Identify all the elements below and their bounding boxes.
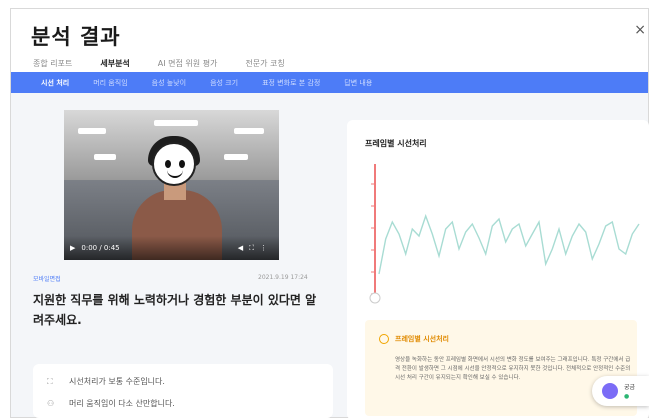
subtab-answer[interactable]: 답변 내용 <box>344 78 372 88</box>
info-title: 프레임별 시선처리 <box>395 335 449 343</box>
volume-icon[interactable]: ◀ <box>238 244 243 252</box>
fullscreen-icon[interactable]: ⛶ <box>249 244 254 253</box>
page-title: 분석 결과 <box>31 25 121 49</box>
chat-label: 궁금 <box>624 384 636 391</box>
tab-coaching[interactable]: 전문가 코칭 <box>245 58 284 69</box>
chat-button[interactable]: 궁금 ● <box>592 376 649 406</box>
video-time: 0:00 / 0:45 <box>81 244 120 252</box>
face-mask-icon <box>152 142 196 186</box>
subtab-emotion[interactable]: 표정 변화로 본 감정 <box>262 78 320 88</box>
feedback-row: ⛶ 시선처리가 보통 수준입니다. <box>47 376 165 387</box>
question-date: 2021.9.19 17:24 <box>258 274 308 281</box>
tab-ai-eval[interactable]: AI 면접 위원 평가 <box>158 58 218 69</box>
main-tabs: 종합 리포트 세부분석 AI 면접 위원 평가 전문가 코칭 <box>33 58 313 69</box>
info-body: 영상을 녹화하는 동안 프레임별 화면에서 시선의 변화 정도를 보여주는 그래… <box>395 357 631 381</box>
lightbulb-icon <box>379 334 389 344</box>
question-text: 지원한 직무를 위해 노력하거나 경험한 부분이 있다면 알려주세요. <box>33 293 317 327</box>
sub-navigation: 시선 처리 머리 움직임 음성 높낮이 음성 크기 표정 변화로 본 감정 답변… <box>11 72 648 93</box>
feedback-text: 머리 움직임이 다소 산만합니다. <box>69 399 175 408</box>
play-icon[interactable]: ▶ <box>70 244 75 252</box>
eye-icon: ⛶ <box>47 376 53 386</box>
video-controls: ▶ 0:00 / 0:45 ◀ ⛶ ⋮ <box>64 236 279 260</box>
feedback-row: ⚇ 머리 움직임이 다소 산만합니다. <box>47 398 175 409</box>
feedback-card: ⛶ 시선처리가 보통 수준입니다. ⚇ 머리 움직임이 다소 산만합니다. <box>33 364 333 418</box>
subtab-volume[interactable]: 음성 크기 <box>210 78 238 88</box>
tab-detail[interactable]: 세부분석 <box>100 58 129 69</box>
head-icon: ⚇ <box>47 398 55 408</box>
subtab-pitch[interactable]: 음성 높낮이 <box>152 78 186 88</box>
gaze-chart <box>369 164 640 304</box>
interview-video[interactable]: ▶ 0:00 / 0:45 ◀ ⛶ ⋮ <box>64 110 279 260</box>
frame-slider-handle[interactable] <box>369 292 381 304</box>
gaze-series-line <box>378 213 640 275</box>
tab-report[interactable]: 종합 리포트 <box>33 58 72 69</box>
subtab-head[interactable]: 머리 움직임 <box>93 78 127 88</box>
close-icon[interactable]: × <box>634 22 646 38</box>
more-icon[interactable]: ⋮ <box>260 244 267 252</box>
chat-icon <box>602 383 618 399</box>
question-tag: 모바일면접 <box>33 276 61 283</box>
gaze-chart-card: 프레임별 시선처리 프레임별 시선처리 영상을 녹화하는 동안 프레임별 화면에… <box>347 120 649 418</box>
online-status-icon: ● <box>624 393 630 400</box>
chart-title: 프레임별 시선처리 <box>365 139 427 148</box>
feedback-text: 시선처리가 보통 수준입니다. <box>69 377 165 386</box>
subtab-gaze[interactable]: 시선 처리 <box>41 78 69 88</box>
